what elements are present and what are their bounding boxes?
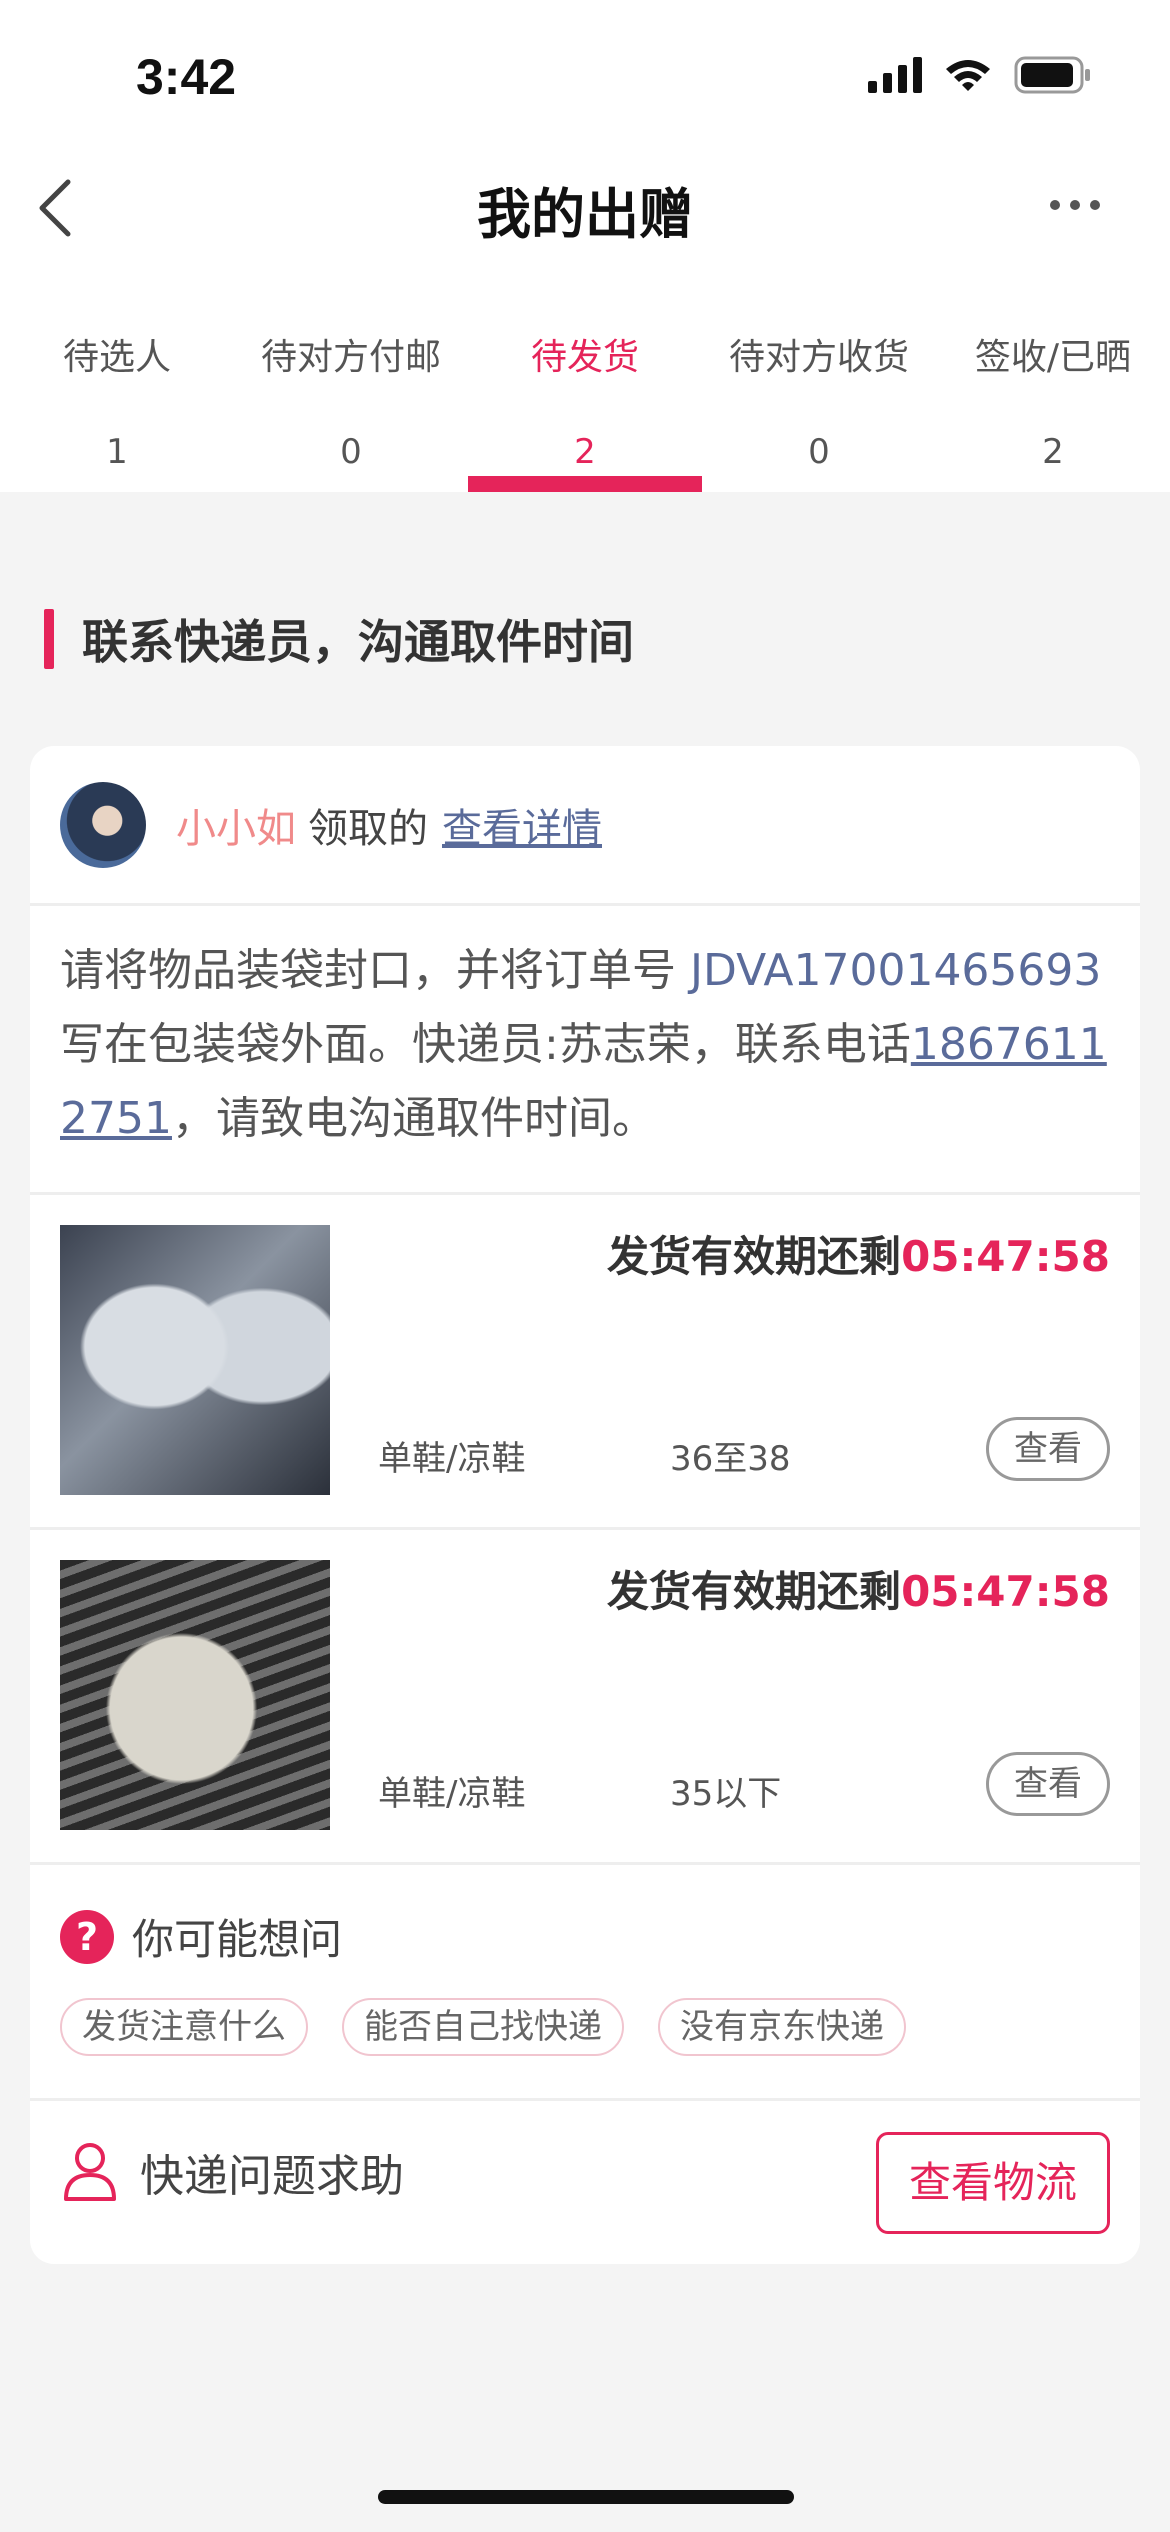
receiver-name[interactable]: 小小如 <box>176 796 296 854</box>
help-label: 快递问题求助 <box>140 2151 404 2202</box>
faq-chips: 发货注意什么 能否自己找快递 没有京东快递 <box>60 1998 906 2056</box>
status-icons <box>868 56 1092 94</box>
section-title-text: 联系快递员，沟通取件时间 <box>82 615 634 669</box>
tab-label: 待发货 <box>530 337 639 378</box>
tab-count: 1 <box>106 432 128 472</box>
more-icon[interactable] <box>1050 190 1110 220</box>
tab-pending-receipt[interactable]: 待对方收货 0 <box>702 320 936 492</box>
deadline-label: 发货有效期还剩 <box>607 1232 902 1281</box>
tab-label: 待选人 <box>62 337 171 378</box>
instructions-text: ，请致电沟通取件时间。 <box>171 1093 656 1144</box>
tab-pending-select[interactable]: 待选人 1 <box>0 320 234 492</box>
tab-count: 2 <box>1042 432 1064 472</box>
bottom-actions: 快递问题求助 查看物流 <box>30 2098 1140 2264</box>
tab-count: 0 <box>340 432 362 472</box>
item-size: 36至38 <box>670 1439 791 1479</box>
shipment-card: 小小如 领取的 查看详情 请将物品装袋封口，并将订单号 JDVA17001465… <box>30 746 1140 2264</box>
item-size: 35以下 <box>670 1774 782 1814</box>
signal-icon <box>868 57 922 93</box>
tab-label: 签收/已晒 <box>974 337 1132 378</box>
avatar <box>60 781 146 868</box>
list-item: 发货有效期还剩05:47:58 单鞋/凉鞋 35以下 查看 <box>30 1530 1140 1862</box>
tab-label: 待对方付邮 <box>260 337 441 378</box>
page-title: 我的出赠 <box>477 183 693 246</box>
battery-icon <box>1014 56 1092 94</box>
instructions-text: 请将物品装袋封口，并将订单号 <box>60 945 690 996</box>
tab-received[interactable]: 签收/已晒 2 <box>936 320 1170 492</box>
instructions-text: 写在包装袋外面。快递员:苏志荣，联系电话 <box>60 1019 911 1070</box>
section-title: 联系快递员，沟通取件时间 <box>44 606 634 672</box>
faq-title: 你可能想问 <box>132 1915 343 1964</box>
status-time: 3:42 <box>136 49 237 105</box>
item-photo[interactable] <box>60 1560 330 1830</box>
shipping-deadline: 发货有效期还剩05:47:58 <box>607 1223 1110 1284</box>
faq-chip[interactable]: 能否自己找快递 <box>342 1998 624 2056</box>
faq-section: ? 你可能想问 发货注意什么 能否自己找快递 没有京东快递 <box>30 1862 1140 2098</box>
tab-pending-postage[interactable]: 待对方付邮 0 <box>234 320 468 492</box>
shipping-deadline: 发货有效期还剩05:47:58 <box>607 1558 1110 1619</box>
faq-header: ? 你可能想问 <box>60 1906 342 1967</box>
question-icon: ? <box>60 1909 114 1964</box>
faq-chip[interactable]: 发货注意什么 <box>60 1998 308 2056</box>
header-area: 3:42 我的出赠 待选人 1 待对方付邮 0 待发货 2 待对方收货 0 签收… <box>0 0 1170 492</box>
wifi-icon <box>944 57 992 93</box>
item-category: 单鞋/凉鞋 <box>378 1439 526 1479</box>
item-category: 单鞋/凉鞋 <box>378 1774 526 1814</box>
view-logistics-button[interactable]: 查看物流 <box>876 2132 1110 2234</box>
item-photo[interactable] <box>60 1225 330 1495</box>
receiver-row: 小小如 领取的 查看详情 <box>30 746 1140 906</box>
courier-help-button[interactable]: 快递问题求助 <box>62 2140 404 2204</box>
person-icon <box>62 2141 118 2203</box>
section-accent-bar <box>44 609 54 669</box>
tab-count: 0 <box>808 432 830 472</box>
deadline-timer: 05:47:58 <box>901 1567 1110 1616</box>
home-indicator[interactable] <box>378 2490 794 2504</box>
list-item: 发货有效期还剩05:47:58 单鞋/凉鞋 36至38 查看 <box>30 1195 1140 1527</box>
shipping-instructions: 请将物品装袋封口，并将订单号 JDVA17001465693 写在包装袋外面。快… <box>60 934 1120 1156</box>
view-details-link[interactable]: 查看详情 <box>442 796 602 854</box>
status-tabs: 待选人 1 待对方付邮 0 待发货 2 待对方收货 0 签收/已晒 2 <box>0 320 1170 492</box>
deadline-label: 发货有效期还剩 <box>607 1567 902 1616</box>
order-number: JDVA17001465693 <box>690 945 1102 996</box>
tab-count: 2 <box>574 432 596 472</box>
tab-pending-shipment[interactable]: 待发货 2 <box>468 320 702 492</box>
faq-chip[interactable]: 没有京东快递 <box>658 1998 906 2056</box>
view-button[interactable]: 查看 <box>986 1752 1110 1816</box>
tab-label: 待对方收货 <box>728 337 909 378</box>
receiver-text: 领取的 <box>308 805 428 852</box>
view-button[interactable]: 查看 <box>986 1417 1110 1481</box>
deadline-timer: 05:47:58 <box>901 1232 1110 1281</box>
